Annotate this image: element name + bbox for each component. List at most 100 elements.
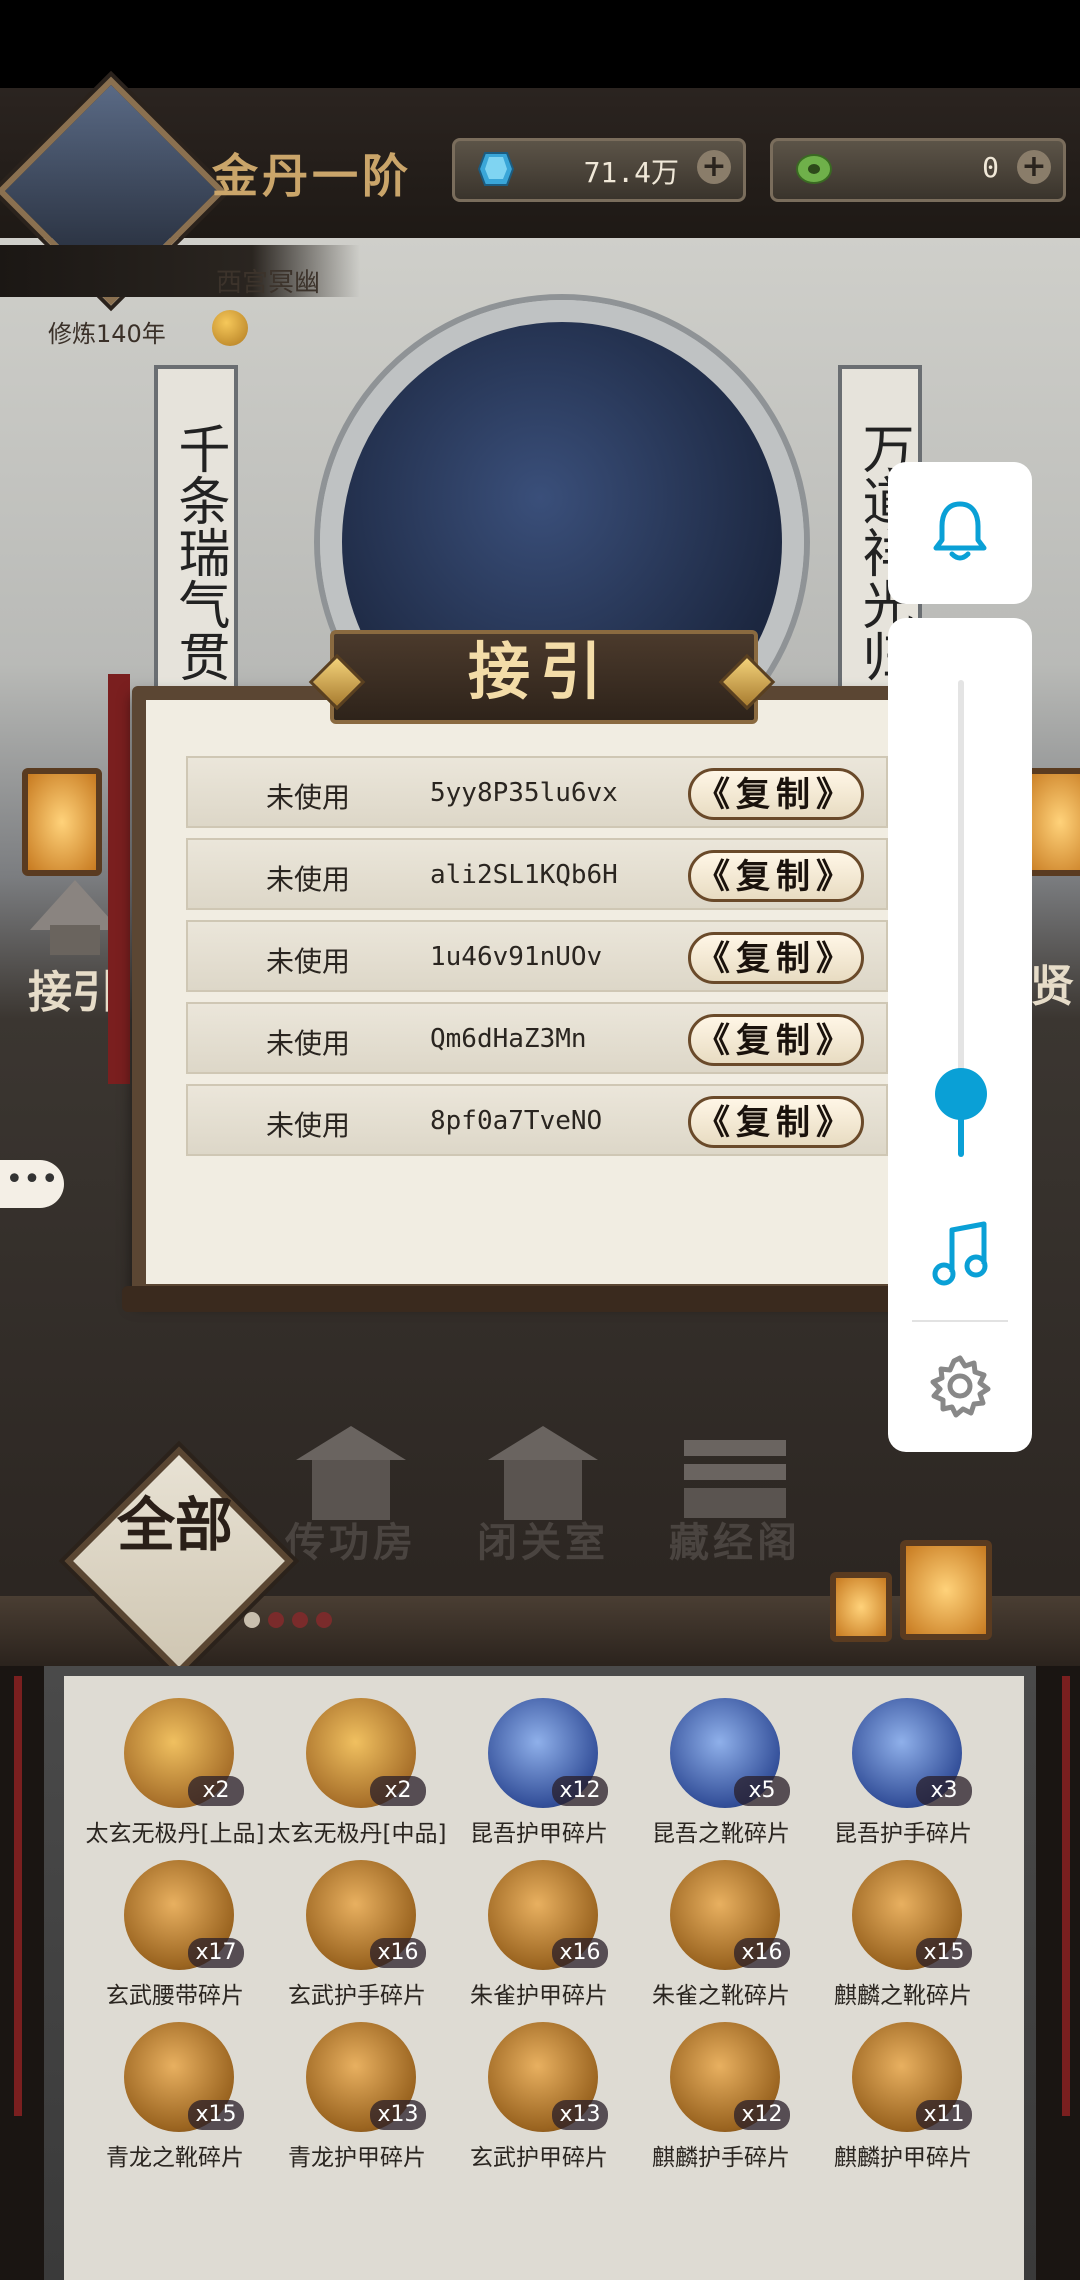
item-count: x12 [734, 2100, 790, 2130]
code-value: ali2SL1KQb6H [430, 860, 618, 890]
page-indicator-dot [244, 1612, 260, 1628]
inventory-item[interactable]: x15 青龙之靴碎片 [84, 2014, 262, 2174]
code-row: 未使用 Qm6dHaZ3Mn 《复制》 [186, 1002, 888, 1074]
lantern-decoration [830, 1572, 892, 1642]
item-name: 玄武护手碎片 [288, 1983, 426, 2009]
volume-slider-knob[interactable] [935, 1068, 987, 1120]
chat-button[interactable]: ••• [0, 1160, 64, 1208]
location-name: 西宫冥幽 [216, 268, 321, 298]
code-value: 5yy8P35lu6vx [430, 778, 618, 808]
inventory-item[interactable]: x15 麒麟之靴碎片 [812, 1852, 990, 2012]
panel-divider [912, 1320, 1008, 1322]
copy-button[interactable]: 《复制》 [688, 932, 864, 984]
page-indicator-dot [268, 1612, 284, 1628]
building-chuangong[interactable]: 传功房 [276, 1510, 426, 1568]
inventory-item[interactable]: x12 昆吾护甲碎片 [448, 1690, 626, 1850]
copy-button[interactable]: 《复制》 [688, 1014, 864, 1066]
add-currency-button[interactable]: + [1017, 150, 1051, 184]
add-currency-button[interactable]: + [697, 150, 731, 184]
page-indicator-dot [316, 1612, 332, 1628]
inventory-item[interactable]: x5 昆吾之靴碎片 [630, 1690, 808, 1850]
item-name: 麒麟之靴碎片 [834, 1983, 972, 2009]
inventory-item[interactable]: x3 昆吾护手碎片 [812, 1690, 990, 1850]
side-entry-right-label[interactable]: 贤 [1030, 950, 1074, 1014]
scroll-rod [108, 674, 130, 1084]
currency-jade: 0 + [770, 138, 1066, 202]
item-count: x17 [188, 1938, 244, 1968]
item-name: 玄武护甲碎片 [470, 2145, 608, 2171]
item-name: 青龙护甲碎片 [288, 2145, 426, 2171]
item-count: x5 [734, 1776, 790, 1806]
item-count: x13 [370, 2100, 426, 2130]
copy-button[interactable]: 《复制》 [688, 768, 864, 820]
inventory-item[interactable]: x16 朱雀护甲碎片 [448, 1852, 626, 2012]
blue-crystal-icon [477, 152, 515, 186]
code-row: 未使用 ali2SL1KQb6H 《复制》 [186, 838, 888, 910]
lantern-decoration [900, 1540, 992, 1640]
status-bar [0, 0, 1080, 88]
currency-spirit-stone: 71.4万 + [452, 138, 746, 202]
code-row: 未使用 8pf0a7TveNO 《复制》 [186, 1084, 888, 1156]
jade-coin-icon [796, 154, 832, 184]
inventory-item[interactable]: x13 玄武护甲碎片 [448, 2014, 626, 2174]
inventory-item[interactable]: x12 麒麟护手碎片 [630, 2014, 808, 2174]
inventory-item[interactable]: x2 太玄无极丹[中品] [266, 1690, 446, 1850]
page-indicator-dot [292, 1612, 308, 1628]
item-name: 昆吾护甲碎片 [470, 1821, 608, 1847]
lantern-decoration [22, 768, 102, 876]
cultivation-rank-title: 金丹一阶 [212, 149, 412, 203]
item-name: 玄武腰带碎片 [106, 1983, 244, 2009]
building-biguan[interactable]: 闭关室 [468, 1510, 618, 1568]
inventory-item[interactable]: x2 太玄无极丹[上品] [84, 1690, 264, 1850]
code-status: 未使用 [266, 1027, 351, 1060]
code-value: Qm6dHaZ3Mn [430, 1024, 587, 1054]
copy-button[interactable]: 《复制》 [688, 850, 864, 902]
code-status: 未使用 [266, 1109, 351, 1142]
scroll-rod [1062, 1676, 1070, 2116]
scroll-bottom-rod [122, 1286, 1022, 1312]
filter-all-label: 全部 [116, 1491, 233, 1559]
item-count: x16 [734, 1938, 790, 1968]
inventory-item[interactable]: x11 麒麟护甲碎片 [812, 2014, 990, 2174]
item-count: x3 [916, 1776, 972, 1806]
code-status: 未使用 [266, 781, 351, 814]
item-count: x15 [916, 1938, 972, 1968]
currency-value: 71.4万 [583, 156, 679, 189]
code-row: 未使用 1u46v91nUOv 《复制》 [186, 920, 888, 992]
item-count: x12 [552, 1776, 608, 1806]
building-cangjing[interactable]: 藏经阁 [660, 1510, 810, 1568]
gear-icon[interactable] [928, 1354, 992, 1418]
side-entry-label: 接引 [28, 967, 116, 1018]
item-name: 麒麟护手碎片 [652, 2145, 790, 2171]
code-value: 8pf0a7TveNO [430, 1106, 603, 1136]
item-name: 太玄无极丹[中品] [267, 1821, 447, 1847]
item-name: 昆吾之靴碎片 [652, 1821, 790, 1847]
item-name: 青龙之靴碎片 [106, 2145, 244, 2171]
code-row: 未使用 5yy8P35lu6vx 《复制》 [186, 756, 888, 828]
item-name: 昆吾护手碎片 [834, 1821, 972, 1847]
scroll-rod [14, 1676, 22, 2116]
item-count: x16 [370, 1938, 426, 1968]
code-value: 1u46v91nUOv [430, 942, 603, 972]
code-status: 未使用 [266, 863, 351, 896]
inventory-item[interactable]: x16 玄武护手碎片 [266, 1852, 444, 2012]
copy-button[interactable]: 《复制》 [688, 1096, 864, 1148]
inventory-item[interactable]: x13 青龙护甲碎片 [266, 2014, 444, 2174]
item-count: x13 [552, 2100, 608, 2130]
item-name: 朱雀之靴碎片 [652, 1983, 790, 2009]
inventory-item[interactable]: x16 朱雀之靴碎片 [630, 1852, 808, 2012]
modal-title: 接引 [467, 635, 612, 708]
gold-coin-icon[interactable] [212, 310, 248, 346]
inventory-item[interactable]: x17 玄武腰带碎片 [84, 1852, 262, 2012]
item-count: x2 [188, 1776, 244, 1806]
item-count: x11 [916, 2100, 972, 2130]
notification-toggle[interactable] [888, 462, 1032, 604]
item-count: x2 [370, 1776, 426, 1806]
item-name: 麒麟护甲碎片 [834, 2145, 972, 2171]
currency-value: 0 [982, 151, 999, 184]
code-status: 未使用 [266, 945, 351, 978]
music-note-icon[interactable] [930, 1220, 992, 1286]
item-name: 太玄无极丹[上品] [85, 1821, 265, 1847]
couplet-left: 千条瑞气贯 [154, 365, 238, 725]
cultivation-years: 修炼140年 [48, 320, 166, 348]
